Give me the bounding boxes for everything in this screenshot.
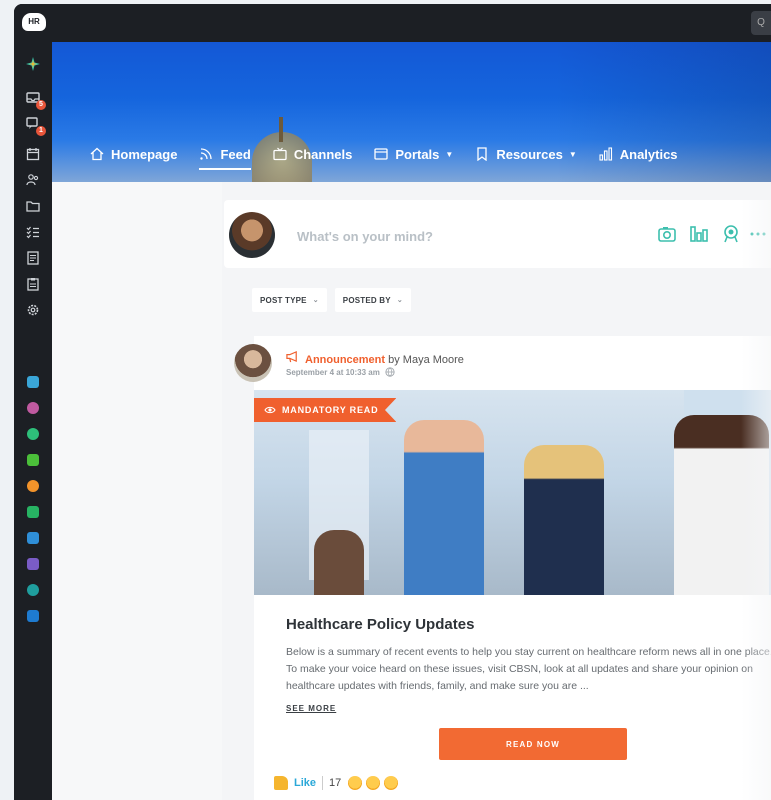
inbox-badge: 5 (36, 100, 46, 110)
camera-icon[interactable] (657, 224, 677, 244)
sparkle-icon[interactable] (25, 56, 41, 72)
person-figure (524, 445, 604, 595)
post-title[interactable]: Healthcare Policy Updates (286, 616, 474, 633)
post-type-filter[interactable]: POST TYPE ⌄ (252, 288, 327, 312)
thumbs-up-icon (274, 776, 288, 790)
inbox-icon[interactable]: 5 (25, 90, 46, 110)
chat-badge: 1 (36, 126, 46, 136)
tasks-icon[interactable] (25, 224, 41, 240)
app-search-icon[interactable] (27, 532, 39, 544)
app-green-icon[interactable] (27, 506, 39, 518)
people-icon[interactable] (25, 172, 41, 188)
like-button[interactable]: Like (274, 776, 316, 790)
post-header: Announcement by Maya Moore (286, 350, 464, 366)
app-gallery-icon[interactable] (27, 558, 39, 570)
bar-chart-icon (599, 147, 612, 161)
post-category[interactable]: Announcement (305, 354, 385, 366)
avatar[interactable] (234, 344, 272, 382)
nav-analytics[interactable]: Analytics (599, 140, 678, 168)
app-award-icon[interactable] (27, 428, 39, 440)
app-media-icon[interactable] (27, 402, 39, 414)
post-date: September 4 at 10:33 am (286, 367, 395, 377)
home-icon (90, 147, 104, 161)
tv-icon (273, 147, 287, 161)
composer-input[interactable]: What's on your mind? (297, 229, 433, 244)
main-content: Homepage Feed Channels Portals ▼ Resourc… (52, 42, 771, 800)
posted-by-filter[interactable]: POSTED BY ⌄ (334, 288, 411, 312)
window-icon (374, 148, 388, 160)
award-icon[interactable] (721, 224, 741, 244)
calendar-icon[interactable] (25, 146, 41, 162)
reaction-count[interactable]: 17 (329, 777, 341, 789)
read-now-button[interactable]: READ NOW (439, 728, 627, 760)
rss-icon (200, 148, 213, 160)
globe-icon (385, 367, 395, 377)
chevron-down-icon: ▼ (568, 149, 577, 159)
left-panel (52, 182, 222, 800)
megaphone-icon (286, 350, 300, 366)
sidebar: 5 1 (14, 42, 52, 800)
post-card: Announcement by Maya Moore September 4 a… (234, 336, 771, 800)
app-chart-icon[interactable] (27, 454, 39, 466)
settings-icon[interactable] (25, 302, 41, 318)
chevron-down-icon: ▼ (445, 149, 454, 159)
post-author[interactable]: by Maya Moore (385, 354, 464, 366)
folder-icon[interactable] (25, 198, 41, 214)
nav-homepage[interactable]: Homepage (90, 140, 177, 168)
app-book-icon[interactable] (27, 610, 39, 622)
nav-resources[interactable]: Resources ▼ (475, 140, 577, 168)
nav-portals[interactable]: Portals ▼ (374, 140, 453, 168)
post-composer[interactable]: What's on your mind? (224, 200, 771, 268)
reactions-bar: Like 17 (274, 776, 399, 790)
person-figure (314, 530, 364, 595)
post-body: Below is a summary of recent events to h… (286, 646, 771, 692)
chevron-down-icon: ⌄ (312, 297, 319, 304)
person-figure (404, 420, 484, 595)
mandatory-read-ribbon: MANDATORY READ (254, 398, 397, 422)
feed-filters: POST TYPE ⌄ POSTED BY ⌄ (252, 288, 419, 312)
document-icon[interactable] (25, 250, 41, 266)
chevron-down-icon: ⌄ (396, 297, 403, 304)
poll-icon[interactable] (689, 224, 709, 244)
app-globe-icon[interactable] (27, 584, 39, 596)
nav-channels[interactable]: Channels (273, 140, 352, 168)
smile-emoji-icon (366, 776, 381, 790)
avatar (229, 212, 275, 258)
wow-emoji-icon (384, 776, 399, 790)
hero-banner: Homepage Feed Channels Portals ▼ Resourc… (52, 42, 771, 182)
heart-eyes-emoji-icon (348, 776, 363, 790)
clipboard-icon[interactable] (25, 276, 41, 292)
post-image[interactable]: MANDATORY READ (254, 390, 771, 595)
app-orange-icon[interactable] (27, 480, 39, 492)
chat-icon[interactable]: 1 (25, 116, 46, 136)
app-logo: HR (22, 13, 46, 31)
app-window: HR Q 5 1 Homepage Feed Channels Portals … (14, 4, 771, 800)
top-nav: Homepage Feed Channels Portals ▼ Resourc… (90, 140, 700, 170)
bookmark-icon (477, 147, 487, 161)
see-more-link[interactable]: SEE MORE (286, 704, 336, 713)
top-search-button[interactable]: Q (751, 11, 771, 35)
eye-icon (264, 406, 276, 414)
title-bar: HR Q (14, 4, 771, 42)
nav-feed[interactable]: Feed (199, 140, 252, 170)
app-video-icon[interactable] (27, 376, 39, 388)
